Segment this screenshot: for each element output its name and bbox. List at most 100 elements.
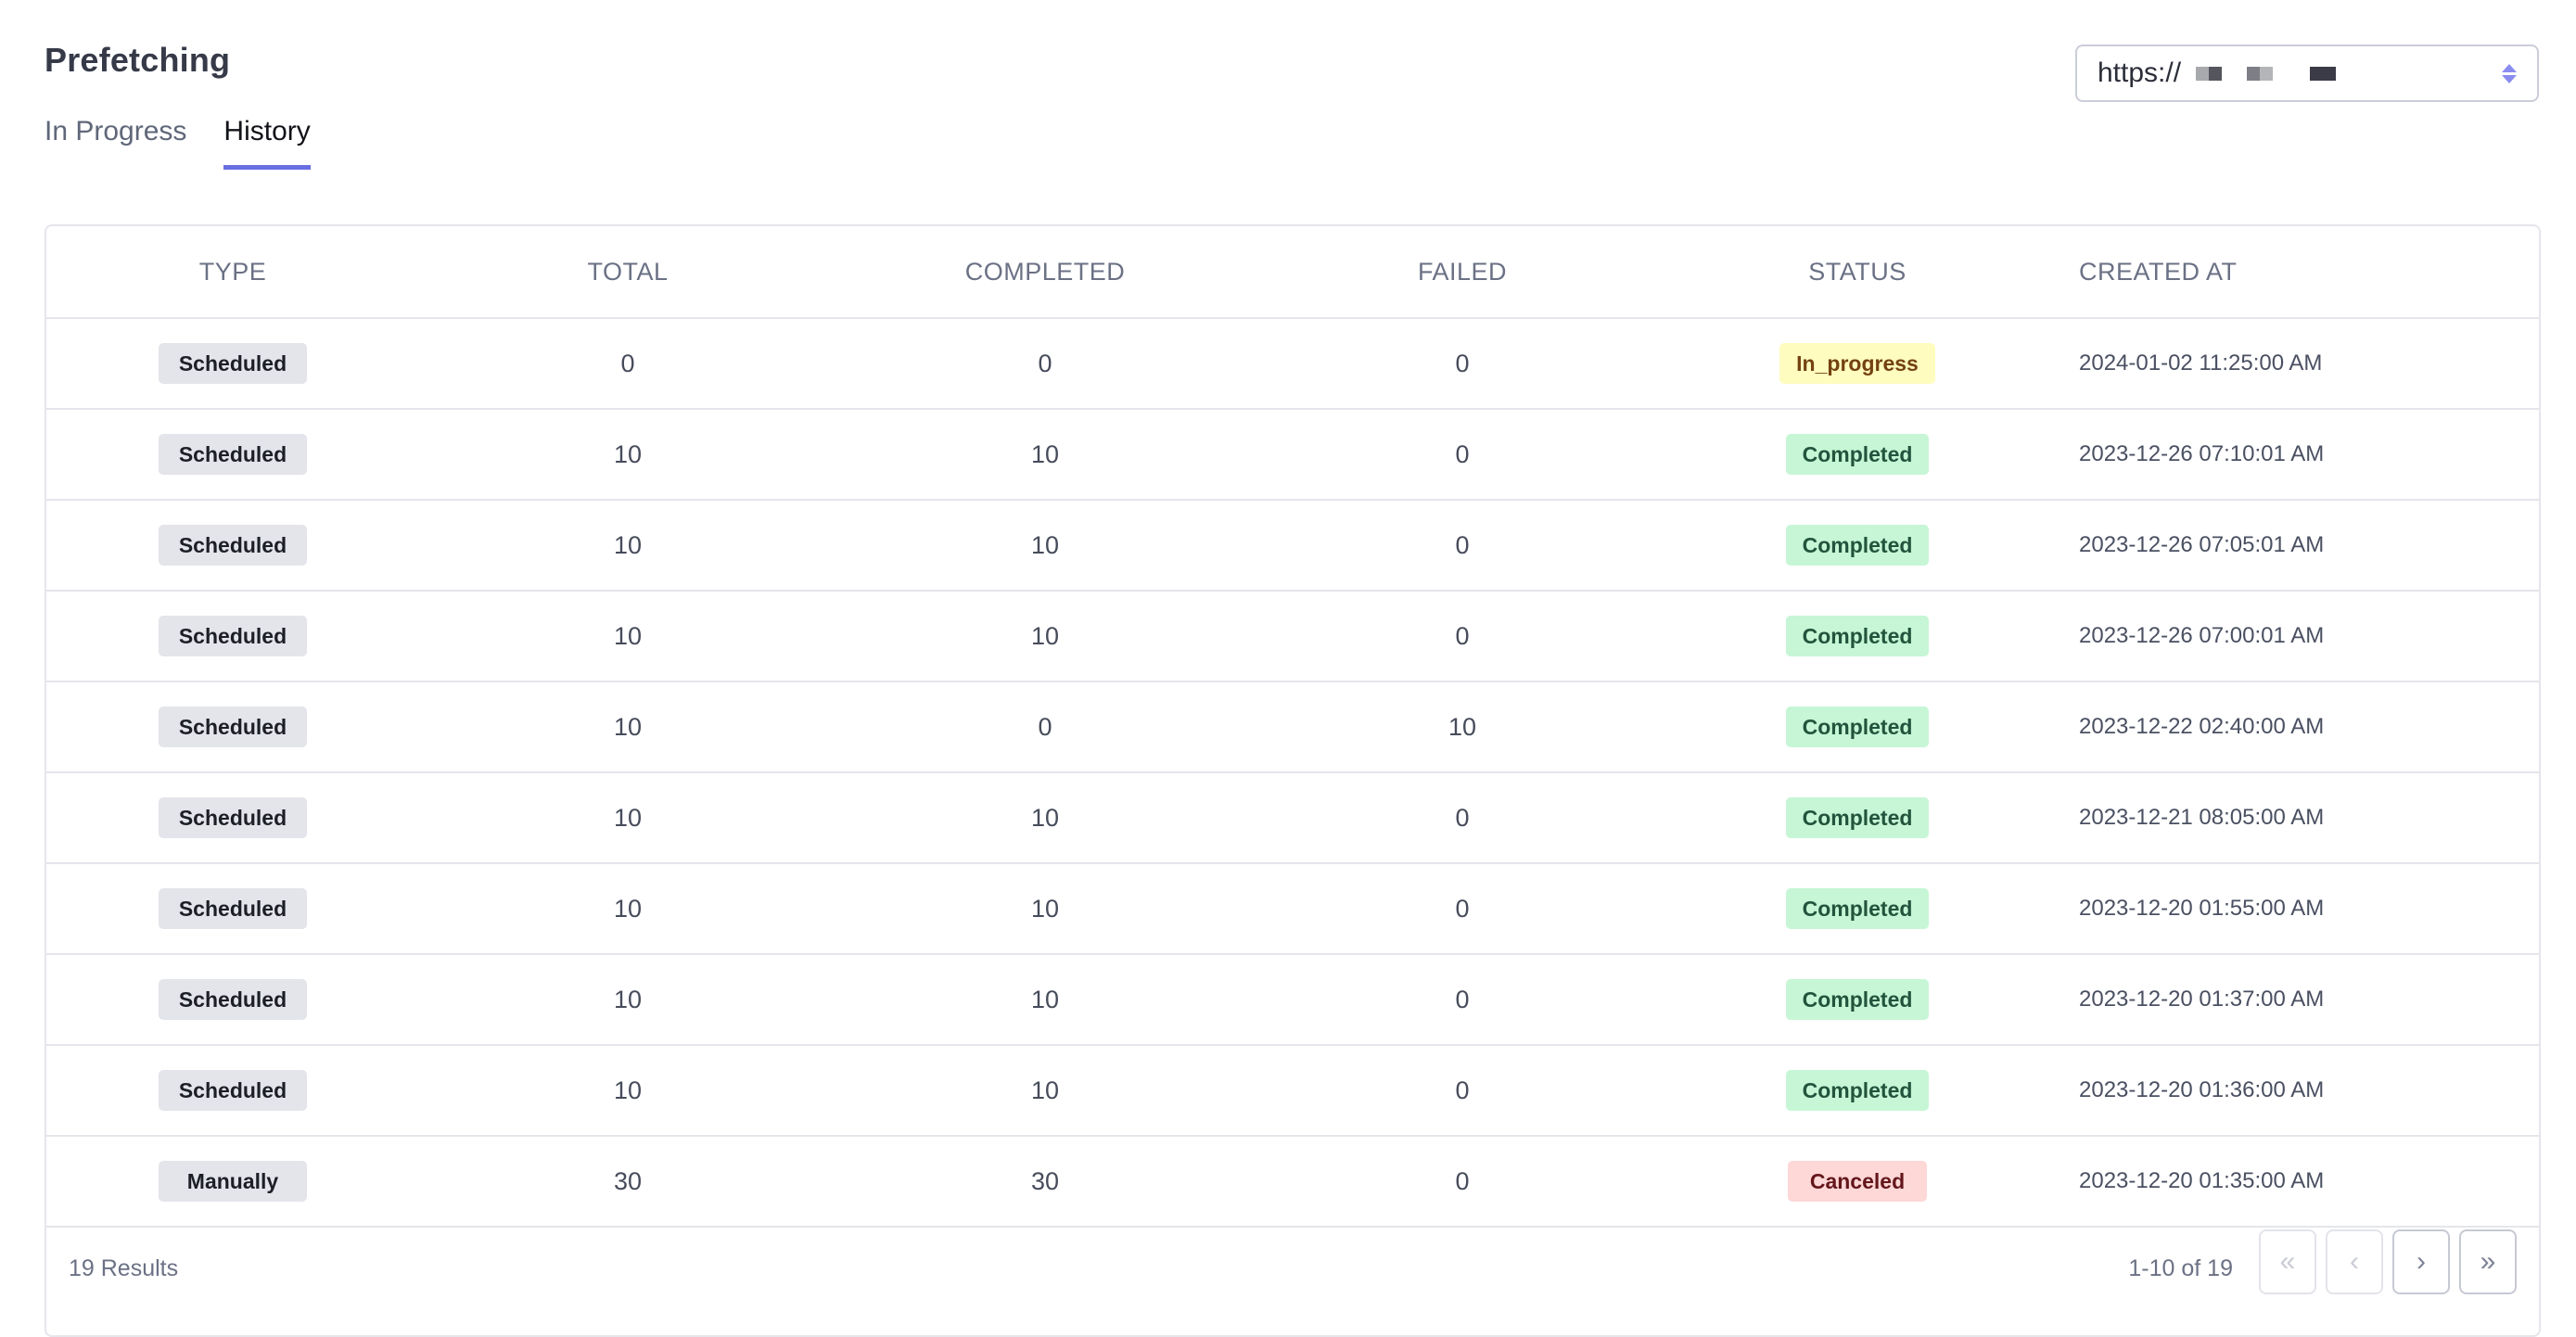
table-footer: 19 Results 1-10 of 19 « ‹ › » (46, 1216, 2539, 1328)
previous-page-button[interactable]: ‹ (2326, 1229, 2383, 1294)
failed-cell: 0 (1254, 772, 1671, 864)
status-badge: Completed (1785, 707, 1930, 747)
total-cell: 10 (419, 1045, 836, 1137)
column-header-status: STATUS (1671, 226, 2044, 319)
total-cell: 10 (419, 954, 836, 1046)
status-cell: Completed (1671, 863, 2044, 955)
next-page-icon: › (2417, 1246, 2426, 1277)
type-cell: Scheduled (46, 591, 419, 682)
type-badge: Scheduled (159, 434, 307, 475)
created-at-cell: 2024-01-02 11:25:00 AM (2044, 318, 2539, 410)
created-at-cell: 2023-12-20 01:36:00 AM (2044, 1045, 2539, 1137)
failed-cell: 0 (1254, 318, 1671, 410)
type-cell: Scheduled (46, 318, 419, 410)
type-badge: Scheduled (159, 979, 307, 1020)
status-badge: Completed (1785, 434, 1930, 475)
status-cell: Completed (1671, 409, 2044, 501)
first-page-button[interactable]: « (2259, 1229, 2316, 1294)
type-badge: Scheduled (159, 1070, 307, 1111)
column-header-total: TOTAL (419, 226, 836, 319)
failed-cell: 0 (1254, 591, 1671, 682)
table-row[interactable]: Scheduled 10 10 0 Completed 2023-12-20 01:55:… (46, 863, 2539, 955)
total-cell: 0 (419, 318, 836, 410)
tab-in-progress[interactable]: In Progress (45, 115, 186, 170)
table-row[interactable]: Manually 30 30 0 Canceled 2023-12-20 01:35:00… (46, 1136, 2539, 1228)
table-row[interactable]: Scheduled 10 10 0 Completed 2023-12-20 01:36:… (46, 1045, 2539, 1137)
completed-cell: 0 (836, 318, 1254, 410)
source-url-select[interactable]: https:// (2075, 45, 2539, 102)
column-header-completed: COMPLETED (836, 226, 1254, 319)
previous-page-icon: ‹ (2350, 1246, 2359, 1277)
redacted-url-text (2196, 66, 2337, 81)
status-cell: Completed (1671, 772, 2044, 864)
last-page-icon: » (2480, 1246, 2496, 1277)
status-badge: Completed (1785, 797, 1930, 838)
table-row[interactable]: Scheduled 10 10 0 Completed 2023-12-20 01:37:… (46, 954, 2539, 1046)
first-page-icon: « (2279, 1246, 2296, 1277)
status-badge: Canceled (1788, 1161, 1927, 1202)
column-header-failed: FAILED (1254, 226, 1671, 319)
type-badge: Scheduled (159, 707, 307, 747)
created-at-cell: 2023-12-26 07:00:01 AM (2044, 591, 2539, 682)
failed-cell: 0 (1254, 1136, 1671, 1228)
table-row[interactable]: Scheduled 10 0 10 Completed 2023-12-22 02:40:… (46, 681, 2539, 773)
pagination: 1-10 of 19 « ‹ › » (2128, 1229, 2517, 1294)
type-cell: Scheduled (46, 409, 419, 501)
status-cell: Completed (1671, 954, 2044, 1046)
completed-cell: 0 (836, 681, 1254, 773)
created-at-cell: 2023-12-22 02:40:00 AM (2044, 681, 2539, 773)
status-badge: Completed (1785, 1070, 1930, 1111)
type-cell: Scheduled (46, 954, 419, 1046)
type-cell: Scheduled (46, 681, 419, 773)
last-page-button[interactable]: » (2459, 1229, 2517, 1294)
type-badge: Scheduled (159, 616, 307, 656)
total-cell: 10 (419, 681, 836, 773)
status-badge: Completed (1785, 888, 1930, 929)
table-row[interactable]: Scheduled 10 10 0 Completed 2023-12-26 07:10:… (46, 409, 2539, 501)
type-badge: Scheduled (159, 797, 307, 838)
status-cell: Completed (1671, 591, 2044, 682)
created-at-cell: 2023-12-26 07:05:01 AM (2044, 500, 2539, 592)
history-table: TYPE TOTAL COMPLETED FAILED STATUS CREAT… (46, 226, 2539, 1228)
page-range: 1-10 of 19 (2128, 1255, 2233, 1281)
status-cell: In_progress (1671, 318, 2044, 410)
failed-cell: 0 (1254, 863, 1671, 955)
total-cell: 10 (419, 591, 836, 682)
failed-cell: 0 (1254, 409, 1671, 501)
completed-cell: 30 (836, 1136, 1254, 1228)
created-at-cell: 2023-12-26 07:10:01 AM (2044, 409, 2539, 501)
next-page-button[interactable]: › (2392, 1229, 2450, 1294)
failed-cell: 10 (1254, 681, 1671, 773)
type-badge: Scheduled (159, 525, 307, 566)
type-cell: Manually (46, 1136, 419, 1228)
table-row[interactable]: Scheduled 0 0 0 In_progress 2024-01-02 11:25:… (46, 318, 2539, 410)
table-row[interactable]: Scheduled 10 10 0 Completed 2023-12-21 08:05:… (46, 772, 2539, 864)
type-cell: Scheduled (46, 863, 419, 955)
column-header-created-at: CREATED AT (2044, 226, 2539, 319)
table-header-row: TYPE TOTAL COMPLETED FAILED STATUS CREAT… (46, 226, 2539, 319)
select-updown-icon (2502, 63, 2517, 83)
failed-cell: 0 (1254, 954, 1671, 1046)
created-at-cell: 2023-12-21 08:05:00 AM (2044, 772, 2539, 864)
status-cell: Completed (1671, 681, 2044, 773)
table-row[interactable]: Scheduled 10 10 0 Completed 2023-12-26 07:00:… (46, 591, 2539, 682)
status-badge: In_progress (1779, 343, 1935, 384)
completed-cell: 10 (836, 772, 1254, 864)
status-badge: Completed (1785, 979, 1930, 1020)
results-count: 19 Results (69, 1255, 179, 1281)
completed-cell: 10 (836, 500, 1254, 592)
status-cell: Completed (1671, 500, 2044, 592)
total-cell: 10 (419, 500, 836, 592)
status-badge: Completed (1785, 616, 1930, 656)
tab-history[interactable]: History (223, 115, 311, 170)
total-cell: 10 (419, 409, 836, 501)
table-row[interactable]: Scheduled 10 10 0 Completed 2023-12-26 07:05:… (46, 500, 2539, 592)
page-title: Prefetching (45, 41, 231, 79)
total-cell: 10 (419, 863, 836, 955)
history-table-card: TYPE TOTAL COMPLETED FAILED STATUS CREAT… (45, 224, 2541, 1337)
status-cell: Completed (1671, 1045, 2044, 1137)
completed-cell: 10 (836, 954, 1254, 1046)
type-cell: Scheduled (46, 500, 419, 592)
completed-cell: 10 (836, 863, 1254, 955)
total-cell: 30 (419, 1136, 836, 1228)
